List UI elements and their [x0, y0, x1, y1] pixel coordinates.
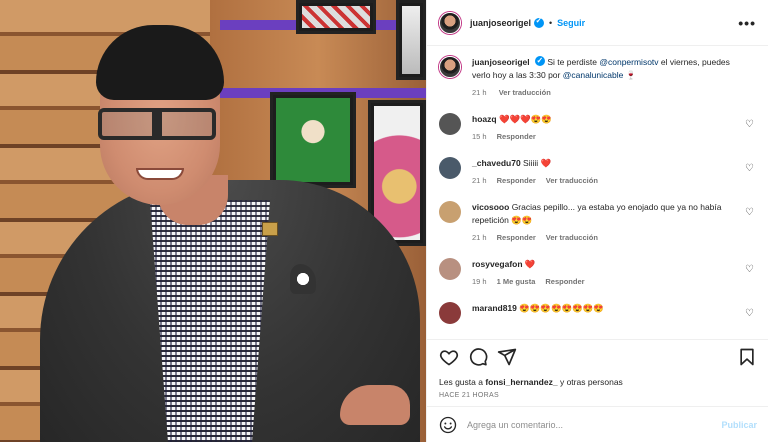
- comment-text: 😍😍😍😍😍😍😍😍: [519, 303, 604, 313]
- caption-mention[interactable]: @canalunicable: [563, 70, 624, 80]
- post-actions: Les gusta a fonsi_hernandez_ y otras per…: [427, 339, 768, 399]
- comment-like-heart-icon[interactable]: ♡: [745, 308, 754, 319]
- caption-time[interactable]: 21 h: [472, 88, 487, 97]
- likes-suffix: y otras personas: [557, 377, 623, 387]
- comment-row: marand819 😍😍😍😍😍😍😍😍 ♡: [439, 302, 756, 324]
- commenter-username[interactable]: vicosooo: [472, 202, 509, 212]
- post-photo[interactable]: [0, 0, 426, 442]
- more-options-icon[interactable]: •••: [738, 15, 756, 31]
- wall-picture-frame: [396, 0, 426, 80]
- commenter-avatar[interactable]: [439, 157, 461, 179]
- separator-dot: •: [549, 17, 553, 28]
- commenter-avatar[interactable]: [439, 302, 461, 324]
- comment-row: vicosooo Gracias pepillo... ya estaba yo…: [439, 201, 756, 244]
- wall-picture-frame: [296, 0, 376, 34]
- author-avatar[interactable]: [439, 56, 461, 78]
- commenter-username[interactable]: rosyvegafon: [472, 259, 523, 269]
- comment-composer: Publicar: [427, 406, 768, 442]
- comment-like-heart-icon[interactable]: ♡: [745, 207, 754, 218]
- comment-row: hoazq ❤️❤️❤️😍😍 15 h Responder ♡: [439, 113, 756, 143]
- verified-badge-icon: [535, 54, 545, 67]
- caption: juanjoseorigel Si te perdiste @conpermis…: [439, 54, 756, 99]
- comment-time[interactable]: 19 h: [472, 277, 487, 286]
- share-icon[interactable]: [497, 347, 517, 367]
- commenter-avatar[interactable]: [439, 201, 461, 223]
- comment-row: rosyvegafon ❤️ 19 h 1 Me gusta Responder ♡: [439, 258, 756, 288]
- translate-link[interactable]: Ver traducción: [546, 233, 598, 242]
- publish-button[interactable]: Publicar: [721, 420, 757, 430]
- commenter-avatar[interactable]: [439, 113, 461, 135]
- comment-like-heart-icon[interactable]: ♡: [745, 119, 754, 130]
- author-username[interactable]: juanjoseorigel: [470, 18, 531, 28]
- likes-prefix: Les gusta a: [439, 377, 486, 387]
- verified-badge-icon: [534, 16, 545, 28]
- caption-text: Si te perdiste: [547, 57, 600, 67]
- commenter-username[interactable]: hoazq: [472, 114, 497, 124]
- bookmark-icon[interactable]: [737, 347, 757, 367]
- translate-link[interactable]: Ver traducción: [499, 88, 551, 97]
- caption-username[interactable]: juanjoseorigel: [472, 57, 530, 67]
- commenter-avatar[interactable]: [439, 258, 461, 280]
- wall-caricature-frame: [270, 92, 356, 188]
- post-side-panel: juanjoseorigel • Seguir ••• juanjoseorig…: [426, 0, 768, 442]
- commenter-username[interactable]: _chavedu70: [472, 158, 521, 168]
- comment-likes-count[interactable]: 1 Me gusta: [497, 277, 536, 286]
- follow-button[interactable]: Seguir: [557, 18, 585, 28]
- comment-text: ❤️❤️❤️😍😍: [498, 114, 552, 124]
- person-glasses: [98, 108, 216, 140]
- reply-button[interactable]: Responder: [497, 233, 536, 242]
- translate-link[interactable]: Ver traducción: [546, 176, 598, 185]
- post-timestamp[interactable]: HACE 21 HORAS: [439, 392, 757, 399]
- comments-list[interactable]: juanjoseorigel Si te perdiste @conpermis…: [427, 46, 768, 336]
- caption-emoji: 🍷: [623, 70, 637, 80]
- comment-like-heart-icon[interactable]: ♡: [745, 264, 754, 275]
- reply-button[interactable]: Responder: [497, 176, 536, 185]
- comment-input[interactable]: [467, 419, 722, 430]
- comment-text: Gracias pepillo... ya estaba yo enojado …: [472, 202, 722, 225]
- likes-username[interactable]: fonsi_hernandez_: [485, 377, 557, 387]
- comment-row: _chavedu70 Siiiii ❤️ 21 h Responder Ver tra…: [439, 157, 756, 187]
- lapel-pin: [262, 222, 278, 236]
- comment-time[interactable]: 21 h: [472, 233, 487, 242]
- instagram-post-modal: juanjoseorigel • Seguir ••• juanjoseorig…: [0, 0, 768, 442]
- likes-summary[interactable]: Les gusta a fonsi_hernandez_ y otras per…: [439, 377, 757, 387]
- post-header: juanjoseorigel • Seguir •••: [427, 0, 768, 46]
- person-smile: [136, 168, 184, 180]
- caption-mention[interactable]: @conpermisotv: [599, 57, 658, 67]
- author-avatar[interactable]: [439, 11, 461, 34]
- comment-like-heart-icon[interactable]: ♡: [745, 163, 754, 174]
- reply-button[interactable]: Responder: [497, 132, 536, 141]
- person-hand: [340, 385, 410, 425]
- heart-icon[interactable]: [439, 347, 459, 367]
- comment-time[interactable]: 21 h: [472, 176, 487, 185]
- comment-icon[interactable]: [468, 347, 488, 367]
- comment-text: Siiiii ❤️: [523, 158, 552, 168]
- comment-time[interactable]: 15 h: [472, 132, 487, 141]
- reply-button[interactable]: Responder: [545, 277, 584, 286]
- commenter-username[interactable]: marand819: [472, 303, 517, 313]
- person-shirt: [150, 200, 270, 442]
- emoji-icon[interactable]: [439, 416, 457, 434]
- comment-text: ❤️: [524, 259, 536, 269]
